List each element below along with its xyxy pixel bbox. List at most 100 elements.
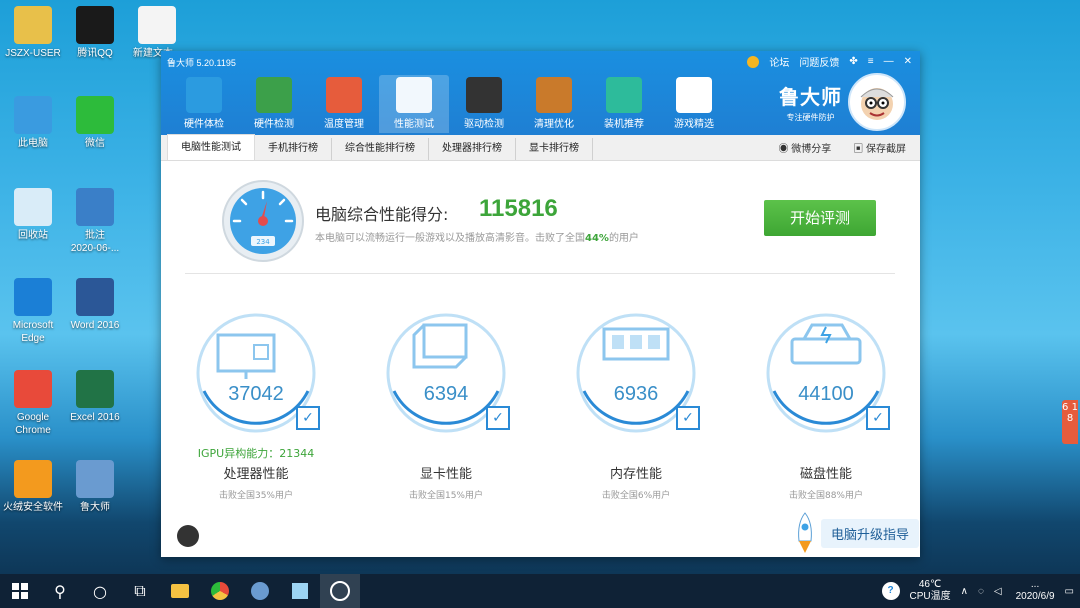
tab-2[interactable]: 综合性能排行榜 xyxy=(332,138,429,160)
metric-extra xyxy=(741,445,911,459)
desktop-icon-label: 火绒安全软件 xyxy=(3,502,63,513)
nav-label: 装机推荐 xyxy=(604,119,644,130)
weibo-icon: ◉ xyxy=(778,144,792,155)
checkbox-icon[interactable]: ✓ xyxy=(866,406,890,430)
close-button[interactable]: ✕ xyxy=(904,56,912,67)
folder-user-icon xyxy=(14,6,52,44)
windows-icon xyxy=(12,583,28,599)
desktop-icon-screenshot[interactable]: 批注 2020-06-... xyxy=(62,188,128,255)
desktop-icon-huorong[interactable]: 火绒安全软件 xyxy=(0,460,66,514)
hardware-check-icon xyxy=(186,77,222,113)
cpu-temp[interactable]: 46℃ CPU温度 xyxy=(910,579,951,603)
desktop-icon-word[interactable]: Word 2016 xyxy=(62,278,128,332)
metric-card: 37042 ✓ IGPU异构能力：21344 处理器性能击败全国35%用户 xyxy=(171,311,341,501)
start-button[interactable] xyxy=(0,574,40,608)
performance-gauge-icon xyxy=(396,77,432,113)
metric-rank: 击败全国35%用户 xyxy=(218,491,293,501)
skin-icon[interactable]: ✤ xyxy=(849,56,857,67)
ludashi-taskbar-icon[interactable] xyxy=(240,574,280,608)
save-screenshot-button[interactable]: ▣ 保存截屏 xyxy=(853,140,906,155)
desktop-icon-recycle-bin[interactable]: 回收站 xyxy=(0,188,66,242)
nav-label: 温度管理 xyxy=(324,119,364,130)
edge-icon xyxy=(14,278,52,316)
checkbox-icon[interactable]: ✓ xyxy=(676,406,700,430)
notification-icon[interactable]: ▭ xyxy=(1065,586,1074,597)
clock[interactable]: ... 2020/6/9 xyxy=(1016,579,1055,603)
medal-icon[interactable] xyxy=(747,55,760,68)
nav-hardware-detect[interactable]: 硬件检测 xyxy=(239,75,309,133)
nav-temperature[interactable]: 温度管理 xyxy=(309,75,379,133)
desktop-icon-chrome[interactable]: Google Chrome xyxy=(0,370,66,437)
weibo-share-button[interactable]: ◉ 微博分享 xyxy=(778,140,831,155)
desktop-icon-folder-user[interactable]: JSZX-USER xyxy=(0,6,66,60)
menu-icon[interactable]: ≡ xyxy=(868,56,874,67)
tab-4[interactable]: 显卡排行榜 xyxy=(516,138,593,160)
upgrade-guide-button[interactable]: 电脑升级指导 xyxy=(791,511,920,555)
desktop-icon-label: 微信 xyxy=(85,138,105,149)
desktop-icon-label: 鲁大师 xyxy=(80,502,110,513)
desktop-icon-label: 回收站 xyxy=(18,230,48,241)
metric-ring: 6936 ✓ xyxy=(574,311,700,435)
cortana-icon[interactable]: ○ xyxy=(80,574,120,608)
side-promo-tab[interactable]: 6 1 8 xyxy=(1062,400,1078,444)
checkbox-icon[interactable]: ✓ xyxy=(296,406,320,430)
brand-slogan: 专注硬件防护 xyxy=(786,113,835,122)
window-controls: 论坛 问题反馈 ✤ ≡ — ✕ xyxy=(747,54,912,69)
brand-name: 鲁大师 xyxy=(779,85,842,109)
chrome-taskbar-icon[interactable] xyxy=(200,574,240,608)
metric-card: 6394 ✓ 显卡性能 击败全国15%用户 xyxy=(361,311,531,501)
minimize-button[interactable]: — xyxy=(884,56,894,67)
desktop-icon-label: 腾讯QQ xyxy=(77,48,113,59)
help-icon[interactable]: ? xyxy=(881,582,900,600)
metric-card: 44100 ✓ 磁盘性能 击败全国88%用户 xyxy=(741,311,911,501)
desktop-icon-wechat[interactable]: 微信 xyxy=(62,96,128,150)
metric-name: 处理器性能 xyxy=(223,467,289,482)
nav-broom[interactable]: 清理优化 xyxy=(519,75,589,133)
taskbar: ⚲ ○ ⧉ ? 46℃ CPU温度 ∧ ◌ ◁ ... 2020/6/9 ▭ xyxy=(0,574,1080,608)
divider xyxy=(185,273,895,274)
nav-cube[interactable]: 装机推荐 xyxy=(589,75,659,133)
excel-icon xyxy=(76,370,114,408)
chrome-icon xyxy=(14,370,52,408)
metric-name: 内存性能 xyxy=(609,467,662,482)
checkbox-icon[interactable]: ✓ xyxy=(486,406,510,430)
feedback-link[interactable]: 问题反馈 xyxy=(799,54,839,69)
network-icon[interactable]: ◌ xyxy=(978,586,984,597)
start-benchmark-button[interactable]: 开始评测 xyxy=(764,200,876,236)
bottom-badge-icon[interactable] xyxy=(177,525,199,547)
desktop-icon-qq[interactable]: 腾讯QQ xyxy=(62,6,128,60)
nav-label: 驱动检测 xyxy=(464,119,504,130)
nav-gamepad[interactable]: 游戏精选 xyxy=(659,75,729,133)
tab-0[interactable]: 电脑性能测试 xyxy=(167,134,255,160)
ludashi-window: 鲁大师 5.20.1195 论坛 问题反馈 ✤ ≡ — ✕ 硬件体检 硬件检测 温度… xyxy=(161,51,920,557)
desktop-icon-edge[interactable]: Microsoft Edge xyxy=(0,278,66,345)
volume-icon[interactable]: ◁ xyxy=(994,586,1002,597)
metric-extra: IGPU异构能力：21344 xyxy=(197,447,315,460)
desktop-icon-label: 此电脑 xyxy=(18,138,48,149)
notes-taskbar-icon[interactable] xyxy=(280,574,320,608)
word-icon xyxy=(76,278,114,316)
nav-performance-gauge[interactable]: 性能测试 xyxy=(379,75,449,133)
ludashi-icon xyxy=(76,460,114,498)
nav-label: 清理优化 xyxy=(534,119,574,130)
forum-link[interactable]: 论坛 xyxy=(769,54,789,69)
desktop-icon-label: JSZX-USER xyxy=(5,48,61,59)
search-icon[interactable]: ⚲ xyxy=(40,574,80,608)
tab-3[interactable]: 处理器排行榜 xyxy=(429,138,516,160)
screenshot-icon xyxy=(76,188,114,226)
nav-hardware-check[interactable]: 硬件体检 xyxy=(169,75,239,133)
desktop-icon-ludashi[interactable]: 鲁大师 xyxy=(62,460,128,514)
ludashi-active-taskbar-icon[interactable] xyxy=(320,574,360,608)
metric-value: 37042 xyxy=(228,383,284,405)
task-view-icon[interactable]: ⧉ xyxy=(120,574,160,608)
tab-1[interactable]: 手机排行榜 xyxy=(255,138,332,160)
desktop-icon-excel[interactable]: Excel 2016 xyxy=(62,370,128,424)
nav-driver[interactable]: 驱动检测 xyxy=(449,75,519,133)
score-label: 电脑综合性能得分: xyxy=(315,205,449,224)
cube-icon xyxy=(606,77,642,113)
file-explorer-icon[interactable] xyxy=(160,574,200,608)
system-tray: ? 46℃ CPU温度 ∧ ◌ ◁ ... 2020/6/9 ▭ xyxy=(881,574,1074,608)
desktop-icon-computer[interactable]: 此电脑 xyxy=(0,96,66,150)
chevron-up-icon[interactable]: ∧ xyxy=(961,586,968,597)
metric-extra xyxy=(361,445,531,459)
